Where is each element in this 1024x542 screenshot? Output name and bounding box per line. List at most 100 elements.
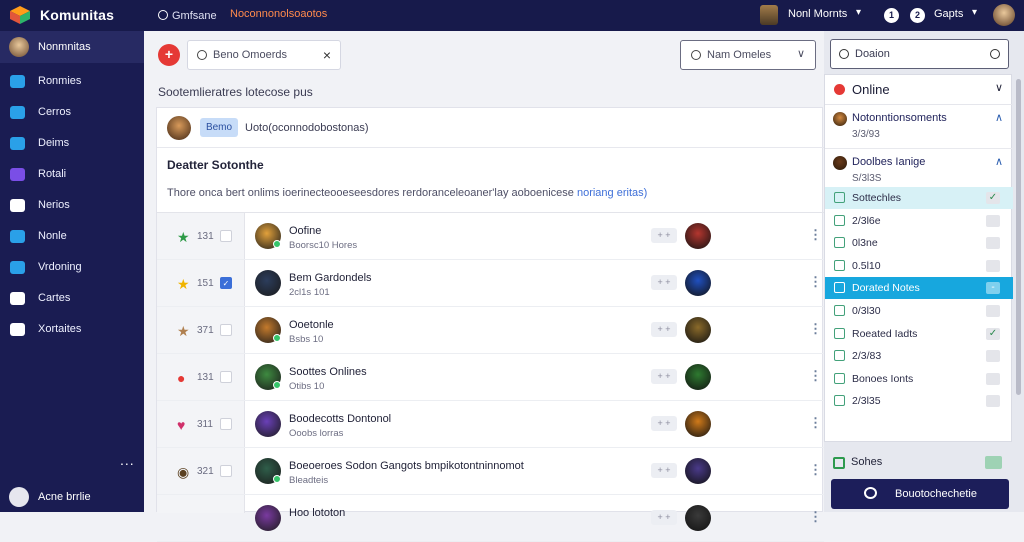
panel-list-item[interactable]: Roeated Iadts ✓ <box>825 323 1013 345</box>
item-badge[interactable] <box>986 237 1000 250</box>
chevron-down-icon[interactable]: ∨ <box>995 81 1003 94</box>
item-badge[interactable]: ✓ <box>986 327 1000 340</box>
action-pill[interactable]: + + <box>651 275 677 290</box>
action-pill[interactable]: + + <box>651 369 677 384</box>
user-avatar[interactable] <box>993 4 1015 26</box>
right-footer-item[interactable]: Sohes <box>824 452 1012 474</box>
item-badge[interactable] <box>986 395 1000 408</box>
row-checkbox[interactable] <box>220 371 232 383</box>
game-avatar[interactable] <box>685 411 711 437</box>
sidebar-item[interactable]: Xortaites <box>0 318 144 340</box>
item-badge[interactable] <box>986 214 1000 227</box>
sidebar-item[interactable]: Ronmies <box>0 70 144 92</box>
online-panel-header[interactable]: Online ∨ <box>825 75 1013 105</box>
action-pill[interactable]: + + <box>651 510 677 525</box>
kebab-menu-icon[interactable]: ⋮ <box>809 462 822 478</box>
post-composer[interactable]: Bemo Uoto(oconnodobostonas) <box>157 108 824 148</box>
row-checkbox[interactable]: ✓ <box>220 277 232 289</box>
avatar[interactable] <box>255 505 281 531</box>
member-name[interactable]: Boodecotts Dontonol <box>289 413 391 425</box>
filter-select[interactable]: Nam Omeles ∨ <box>680 40 816 70</box>
list-item[interactable]: ★ 371 Ooetonle Bsbs 10 + + ⋮ <box>157 307 824 354</box>
sidebar-item[interactable]: Cartes <box>0 287 144 309</box>
chevron-up-icon[interactable]: ∧ <box>995 155 1003 168</box>
game-avatar[interactable] <box>685 270 711 296</box>
row-checkbox[interactable] <box>220 418 232 430</box>
top-search[interactable]: Gmfsane <box>158 9 217 22</box>
games-menu-label[interactable]: Gapts <box>934 8 963 20</box>
member-name[interactable]: Hoo lototon <box>289 507 345 519</box>
panel-list-item[interactable]: 0l3ne <box>825 232 1013 254</box>
panel-list-item[interactable]: Bonoes Ionts <box>825 368 1013 390</box>
kebab-menu-icon[interactable]: ⋮ <box>809 368 822 384</box>
top-avatar[interactable] <box>760 5 778 25</box>
panel-list-item[interactable]: 0.5l10 <box>825 255 1013 277</box>
list-item[interactable]: ♥ 311 Boodecotts Dontonol Ooobs lorras + + ⋮ <box>157 401 824 448</box>
post-tag[interactable]: Bemo <box>200 118 238 137</box>
chevron-down-icon[interactable]: ▾ <box>856 7 861 18</box>
list-item[interactable]: ★ 151 ✓ Bem Gardondels 2cl1s 101 + + ⋮ <box>157 260 824 307</box>
row-checkbox[interactable] <box>220 465 232 477</box>
item-badge[interactable] <box>986 350 1000 363</box>
panel-list-item[interactable]: 2/3/83 <box>825 345 1013 367</box>
avatar[interactable] <box>255 411 281 437</box>
kebab-menu-icon[interactable]: ⋮ <box>809 415 822 431</box>
info-link[interactable]: noriang eritas) <box>577 187 647 199</box>
item-badge[interactable] <box>986 372 1000 385</box>
panel-list-item[interactable]: Sottechles ✓ <box>825 187 1013 209</box>
panel-list-item[interactable]: 2/3l6e <box>825 210 1013 232</box>
game-avatar[interactable] <box>685 223 711 249</box>
panel-list-item[interactable]: 0/3l30 <box>825 300 1013 322</box>
post-text[interactable]: Uoto(oconnodobostonas) <box>245 122 369 134</box>
right-search-input[interactable]: Doaion <box>830 39 1009 69</box>
chevron-up-icon[interactable]: ∧ <box>995 111 1003 124</box>
more-icon[interactable]: ... <box>120 452 135 468</box>
close-icon[interactable]: × <box>323 47 331 63</box>
sidebar-item[interactable]: Cerros <box>0 101 144 123</box>
game-avatar[interactable] <box>685 364 711 390</box>
message-badge[interactable]: 2 <box>910 8 925 23</box>
kebab-menu-icon[interactable]: ⋮ <box>809 509 822 525</box>
kebab-menu-icon[interactable]: ⋮ <box>809 274 822 290</box>
game-avatar[interactable] <box>685 317 711 343</box>
member-name[interactable]: Bem Gardondels <box>289 272 372 284</box>
row-checkbox[interactable] <box>220 230 232 242</box>
list-item[interactable]: ● 131 Soottes Onlines Otibs 10 + + ⋮ <box>157 354 824 401</box>
item-badge[interactable] <box>986 305 1000 317</box>
panel-list-item[interactable]: 2/3l35 <box>825 390 1013 412</box>
member-name[interactable]: Boeoeroes Sodon Gangots bmpikotontninnom… <box>289 460 524 472</box>
sidebar-footer-user[interactable]: Acne brrlie <box>0 481 144 512</box>
brand-name[interactable]: Komunitas <box>40 7 114 23</box>
item-badge[interactable]: ✓ <box>986 192 1000 204</box>
list-item[interactable]: Hoo lototon + + ⋮ <box>157 495 824 542</box>
member-name[interactable]: Soottes Onlines <box>289 366 367 378</box>
top-menu-label[interactable]: Nonl Mornts <box>788 8 847 20</box>
item-badge[interactable]: - <box>986 282 1000 295</box>
kebab-menu-icon[interactable]: ⋮ <box>809 227 822 243</box>
primary-action-button[interactable]: Bouotochechetie <box>831 479 1009 509</box>
chevron-down-icon[interactable]: ▾ <box>972 7 977 18</box>
action-pill[interactable]: + + <box>651 416 677 431</box>
member-name[interactable]: Oofine <box>289 225 321 237</box>
search-icon[interactable] <box>990 49 1000 59</box>
top-link[interactable]: Noconnonolsoaotos <box>230 8 327 20</box>
action-pill[interactable]: + + <box>651 463 677 478</box>
sidebar-header[interactable]: Nonmnitas <box>0 31 144 63</box>
sidebar-item[interactable]: Vrdoning <box>0 256 144 278</box>
notification-badge[interactable]: 1 <box>884 8 899 23</box>
panel-list-item[interactable]: Dorated Notes - <box>825 277 1013 300</box>
online-person[interactable]: Notonntionsoments 3/3/93 ∧ <box>825 105 1013 149</box>
kebab-menu-icon[interactable]: ⋮ <box>809 321 822 337</box>
action-pill[interactable]: + + <box>651 322 677 337</box>
toggle-badge[interactable] <box>985 456 1002 469</box>
row-checkbox[interactable] <box>220 324 232 336</box>
sidebar-item[interactable]: Rotali <box>0 163 144 185</box>
sidebar-item[interactable]: Deims <box>0 132 144 154</box>
scrollbar[interactable] <box>1016 79 1021 395</box>
member-name[interactable]: Ooetonle <box>289 319 334 331</box>
sidebar-item[interactable]: Nonle <box>0 225 144 247</box>
game-avatar[interactable] <box>685 505 711 531</box>
app-logo-icon[interactable] <box>10 6 30 24</box>
avatar[interactable] <box>255 270 281 296</box>
item-badge[interactable] <box>986 259 1000 272</box>
